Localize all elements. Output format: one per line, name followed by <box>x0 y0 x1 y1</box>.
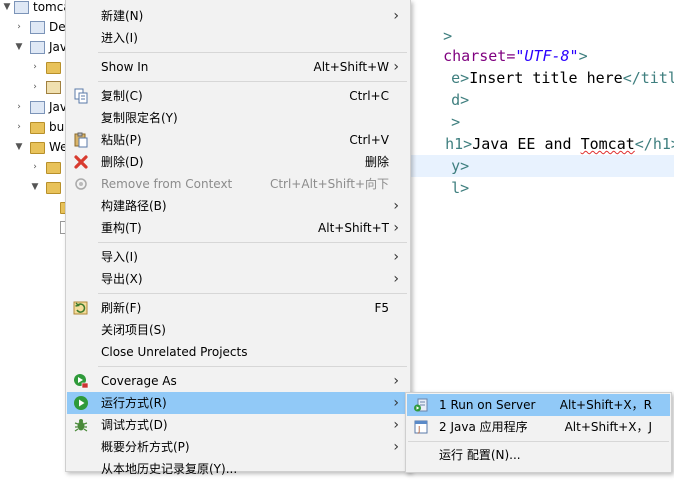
library-icon <box>46 81 61 94</box>
menu-item-show-in[interactable]: Show In Alt+Shift+W › <box>67 56 409 78</box>
menu-item-copy-qualified-name[interactable]: 复制限定名(Y) <box>67 107 409 129</box>
menu-item-delete[interactable]: 删除(D) 删除 <box>67 151 409 173</box>
submenu-arrow-icon: › <box>393 249 399 265</box>
folder-icon <box>30 122 45 134</box>
expand-arrow-icon[interactable]: › <box>14 117 24 137</box>
menu-item-run-as[interactable]: 运行方式(R) › <box>67 392 409 414</box>
menu-item-new[interactable]: 新建(N) › <box>67 5 409 27</box>
expand-arrow-icon[interactable]: › <box>14 17 24 37</box>
submenu-arrow-icon: › <box>393 395 399 411</box>
submenu-arrow-icon: › <box>393 59 399 75</box>
collapse-arrow-icon[interactable]: ▼ <box>14 37 24 57</box>
menu-item-profile-as[interactable]: 概要分析方式(P) › <box>67 436 409 458</box>
java-resources-icon <box>30 41 45 54</box>
javascript-resources-icon <box>30 101 45 114</box>
code-line: h1>Java EE and Tomcat</h1> <box>445 135 674 153</box>
remove-context-icon <box>73 176 89 192</box>
menu-item-paste[interactable]: 粘贴(P) Ctrl+V <box>67 129 409 151</box>
java-application-icon: J <box>413 419 429 435</box>
folder-icon <box>46 182 61 194</box>
submenu-arrow-icon: › <box>393 373 399 389</box>
expand-arrow-icon[interactable]: › <box>30 157 40 177</box>
menu-item-build-path[interactable]: 构建路径(B) › <box>67 195 409 217</box>
expand-arrow-icon[interactable]: › <box>14 97 24 117</box>
context-menu: 新建(N) › 进入(I) Show In Alt+Shift+W › 复制(C… <box>65 0 411 476</box>
code-line: > <box>443 27 453 45</box>
code-line: charset="UTF-8"> <box>443 47 588 65</box>
menu-separator <box>98 293 407 294</box>
collapse-arrow-icon[interactable]: ▼ <box>30 177 40 197</box>
run-as-submenu: 1 Run on Server Alt+Shift+X，R J 2 Java 应… <box>405 392 672 473</box>
code-line: e>Insert title here</title <box>451 69 674 87</box>
submenu-arrow-icon: › <box>393 198 399 214</box>
menu-separator <box>98 242 407 243</box>
menu-item-java-application[interactable]: J 2 Java 应用程序 Alt+Shift+X，J <box>407 416 670 438</box>
project-icon <box>14 1 29 14</box>
copy-icon <box>73 88 89 104</box>
menu-separator <box>98 81 407 82</box>
paste-icon <box>73 132 89 148</box>
menu-item-close-project[interactable]: 关闭项目(S) <box>67 319 409 341</box>
code-line: y> <box>451 157 470 175</box>
submenu-arrow-icon: › <box>393 417 399 433</box>
code-line: d> <box>451 91 470 109</box>
folder-icon <box>46 162 61 174</box>
code-line: l> <box>451 179 470 197</box>
deployment-icon <box>30 21 45 34</box>
menu-item-run-configurations[interactable]: 运行 配置(N)... <box>407 444 670 466</box>
menu-separator <box>408 441 669 442</box>
run-icon <box>73 395 89 411</box>
delete-icon <box>73 154 89 170</box>
refresh-icon <box>73 300 89 316</box>
menu-item-go-into[interactable]: 进入(I) <box>67 27 409 49</box>
submenu-arrow-icon: › <box>393 271 399 287</box>
menu-item-refresh[interactable]: 刷新(F) F5 <box>67 297 409 319</box>
menu-separator <box>98 366 407 367</box>
expand-arrow-icon[interactable]: › <box>30 57 40 77</box>
expand-arrow-icon[interactable]: › <box>30 77 40 97</box>
package-folder-icon <box>46 62 61 74</box>
folder-icon <box>30 142 45 154</box>
submenu-arrow-icon: › <box>393 439 399 455</box>
submenu-arrow-icon: › <box>393 8 399 24</box>
menu-item-export[interactable]: 导出(X) › <box>67 268 409 290</box>
menu-item-debug-as[interactable]: 调试方式(D) › <box>67 414 409 436</box>
menu-item-coverage-as[interactable]: Coverage As › <box>67 370 409 392</box>
menu-item-remove-from-context[interactable]: Remove from Context Ctrl+Alt+Shift+向下 <box>67 173 409 195</box>
menu-item-close-unrelated-projects[interactable]: Close Unrelated Projects <box>67 341 409 363</box>
collapse-arrow-icon[interactable]: ▼ <box>2 0 12 17</box>
menu-item-import[interactable]: 导入(I) › <box>67 246 409 268</box>
svg-text:J: J <box>417 425 420 434</box>
menu-item-copy[interactable]: 复制(C) Ctrl+C <box>67 85 409 107</box>
menu-item-refactor[interactable]: 重构(T) Alt+Shift+T › <box>67 217 409 239</box>
submenu-arrow-icon: › <box>393 220 399 236</box>
debug-icon <box>73 417 89 433</box>
menu-item-run-on-server[interactable]: 1 Run on Server Alt+Shift+X，R <box>407 394 670 416</box>
menu-separator <box>98 52 407 53</box>
server-run-icon <box>413 397 429 413</box>
menu-item-restore-from-history[interactable]: 从本地历史记录复原(Y)... <box>67 458 409 480</box>
code-line: > <box>451 113 461 131</box>
collapse-arrow-icon[interactable]: ▼ <box>14 137 24 157</box>
coverage-icon <box>73 373 89 389</box>
